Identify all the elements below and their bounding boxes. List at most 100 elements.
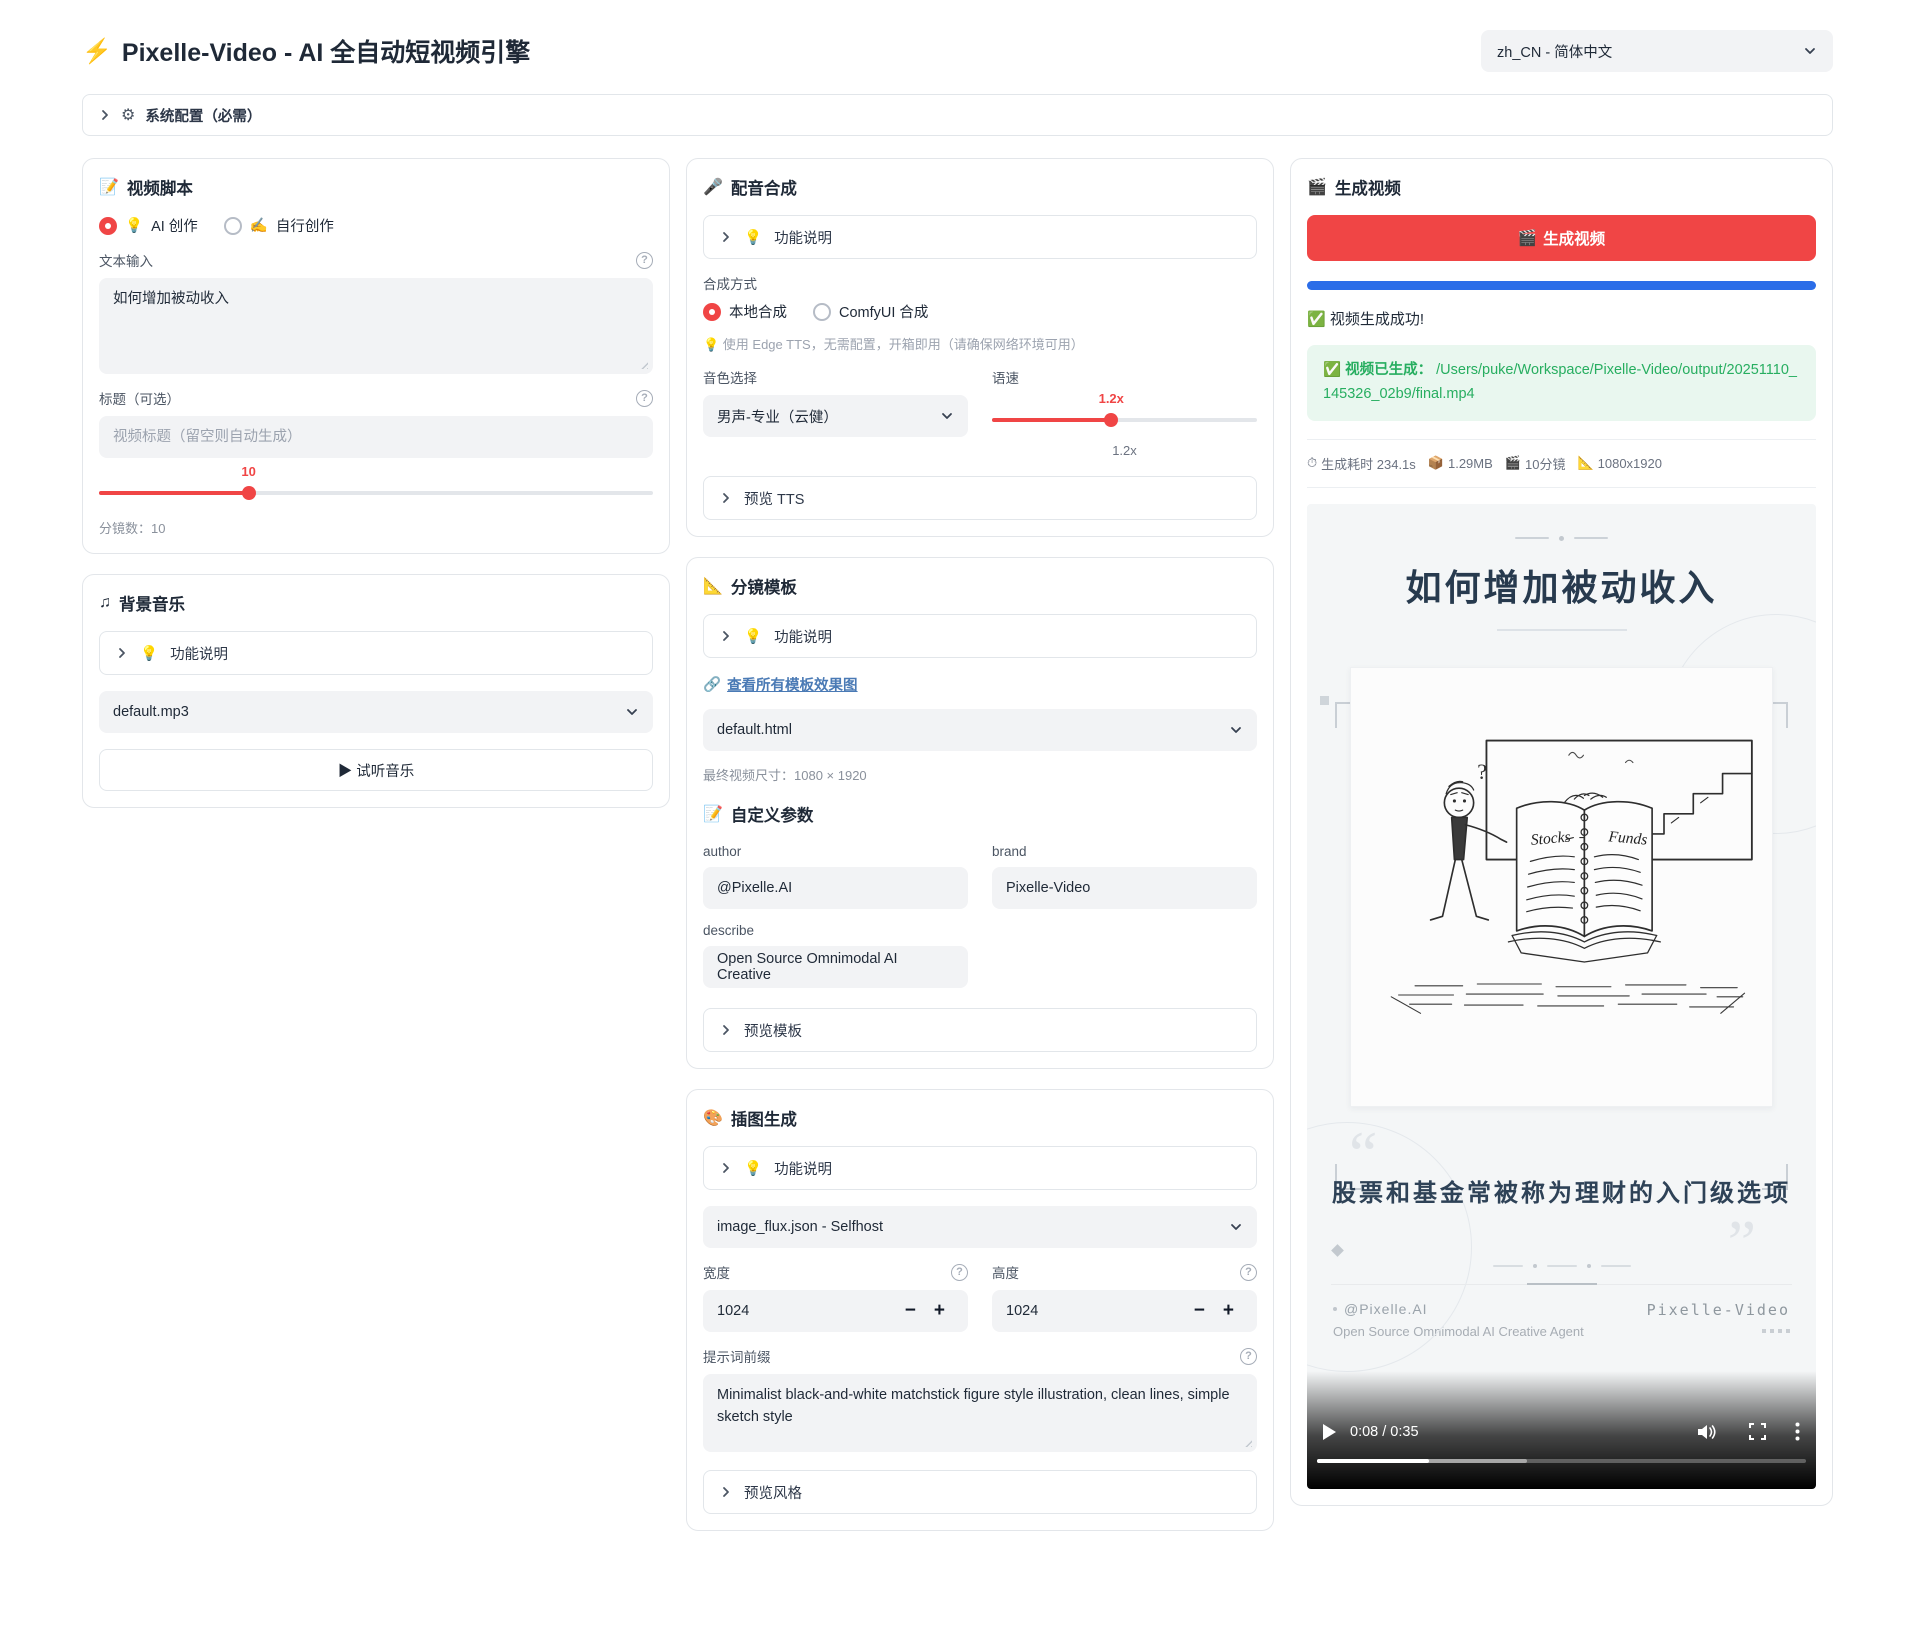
gear-icon: ⚙ — [121, 105, 135, 125]
music-help-accordion[interactable]: 💡 功能说明 — [99, 631, 653, 675]
height-stepper[interactable]: 1024 − + — [992, 1290, 1257, 1332]
workflow-dropdown[interactable]: image_flux.json - Selfhost — [703, 1206, 1257, 1248]
tts-preview-accordion[interactable]: 预览 TTS — [703, 476, 1257, 520]
author-brand-row: author @Pixelle.AI brand Pixelle-Video — [703, 830, 1257, 909]
title-label-row: 标题（可选） ? — [99, 388, 653, 408]
illustration-help-accordion[interactable]: 💡 功能说明 — [703, 1146, 1257, 1190]
slider-handle[interactable] — [242, 486, 256, 500]
radio-selected-icon — [99, 217, 117, 235]
video-progress-bar[interactable] — [1317, 1459, 1806, 1463]
footer-divider — [1331, 1284, 1792, 1285]
resize-handle-icon[interactable] — [639, 360, 648, 369]
radio-self-create[interactable]: ✍️ 自行创作 — [224, 215, 334, 236]
help-icon[interactable]: ? — [1240, 1264, 1257, 1281]
chevron-right-icon — [720, 1024, 732, 1036]
chevron-down-icon — [1229, 1220, 1243, 1234]
prompt-prefix-textarea[interactable]: Minimalist black-and-white matchstick fi… — [703, 1374, 1257, 1452]
page-title-text: Pixelle-Video - AI 全自动短视频引擎 — [122, 33, 530, 69]
svg-text:?: ? — [1477, 759, 1487, 784]
describe-input[interactable]: Open Source Omnimodal AI Creative — [703, 946, 968, 988]
text-input-label-row: 文本输入 ? — [99, 250, 653, 270]
video-script-title: 📝 视频脚本 — [99, 175, 653, 199]
script-mode-radios: 💡 AI 创作 ✍️ 自行创作 — [99, 215, 653, 236]
audition-music-button[interactable]: ▶ 试听音乐 — [99, 749, 653, 791]
line-dot-decoration — [1307, 504, 1816, 541]
width-stepper[interactable]: 1024 − + — [703, 1290, 968, 1332]
speed-column: 语速 1.2x 1.2x — [992, 367, 1257, 458]
title-underline — [1497, 629, 1627, 631]
author-field: author @Pixelle.AI — [703, 830, 968, 909]
help-icon[interactable]: ? — [951, 1264, 968, 1281]
radio-comfyui-synth[interactable]: ComfyUI 合成 — [813, 301, 928, 322]
minus-icon[interactable]: − — [1185, 1300, 1214, 1322]
style-preview-accordion[interactable]: 预览风格 — [703, 1470, 1257, 1514]
illustration-card: ? — [1350, 667, 1773, 1107]
tts-help-accordion[interactable]: 💡 功能说明 — [703, 215, 1257, 259]
radio-local-synth[interactable]: 本地合成 — [703, 301, 787, 322]
system-config-accordion[interactable]: ⚙ 系统配置（必需） — [82, 94, 1833, 136]
radio-ai-create[interactable]: 💡 AI 创作 — [99, 215, 198, 236]
video-preview[interactable]: 如何增加被动收入 — [1307, 504, 1816, 1489]
slider-track[interactable] — [992, 418, 1257, 422]
slider-value-label: 10 — [241, 464, 255, 479]
chevron-down-icon — [1803, 44, 1817, 58]
topic-textarea[interactable]: 如何增加被动收入 — [99, 278, 653, 374]
illustration-panel: 🎨 插图生成 💡 功能说明 image_flux.json - Selfhost — [686, 1089, 1274, 1531]
language-value: zh_CN - 简体中文 — [1497, 41, 1612, 62]
stat-duration: ⏱ 生成耗时 234.1s — [1307, 454, 1416, 473]
play-button[interactable] — [1323, 1424, 1336, 1440]
background-music-panel: ♫ 背景音乐 💡 功能说明 default.mp3 ▶ 试听音乐 — [82, 574, 670, 808]
template-dropdown[interactable]: default.html — [703, 709, 1257, 751]
video-caption: 股票和基金常被称为理财的入门级选项 — [1307, 1173, 1816, 1208]
minus-icon[interactable]: − — [896, 1300, 925, 1322]
clapper-icon: 🎬 — [1518, 229, 1537, 248]
system-config-label: 系统配置（必需） — [145, 105, 261, 126]
slider-track[interactable] — [99, 491, 653, 495]
plus-icon[interactable]: + — [925, 1300, 954, 1322]
matchstick-illustration: ? — [1351, 668, 1772, 1106]
help-icon[interactable]: ? — [1240, 1348, 1257, 1365]
resize-handle-icon[interactable] — [1243, 1438, 1252, 1447]
volume-icon[interactable] — [1696, 1422, 1718, 1442]
triangular-ruler-icon: 📐 — [703, 576, 723, 596]
help-icon[interactable]: ? — [636, 390, 653, 407]
storyboard-slider[interactable]: 10 — [99, 484, 653, 502]
video-controls-bar: 0:08 / 0:35 — [1307, 1371, 1816, 1489]
letterbox-bar — [1307, 1463, 1816, 1489]
result-path-box: ✅ 视频已生成： /Users/puke/Workspace/Pixelle-V… — [1307, 345, 1816, 421]
language-select[interactable]: zh_CN - 简体中文 — [1481, 30, 1833, 72]
radio-manual-label: 自行创作 — [276, 215, 334, 236]
generate-video-button[interactable]: 🎬 生成视频 — [1307, 215, 1816, 261]
speed-slider[interactable]: 1.2x — [992, 411, 1257, 429]
chevron-right-icon — [116, 647, 128, 659]
video-title-input[interactable] — [99, 416, 653, 458]
kebab-menu-icon[interactable] — [1795, 1422, 1800, 1441]
chevron-down-icon — [1229, 723, 1243, 737]
stat-filesize: 📦 1.29MB — [1428, 455, 1493, 471]
success-message: ✅ 视频生成成功! — [1307, 308, 1816, 329]
brand-input[interactable]: Pixelle-Video — [992, 867, 1257, 909]
voice-dropdown[interactable]: 男声-专业（云健） — [703, 395, 968, 437]
writing-hand-icon: ✍️ — [250, 217, 268, 234]
column-middle: 🎤 配音合成 💡 功能说明 合成方式 本地合成 — [686, 158, 1274, 1531]
main-columns: 📝 视频脚本 💡 AI 创作 ✍️ 自行创作 文 — [82, 158, 1833, 1531]
describe-label: describe — [703, 923, 754, 938]
chevron-right-icon — [720, 1162, 732, 1174]
help-icon[interactable]: ? — [636, 252, 653, 269]
storyboard-template-panel: 📐 分镜模板 💡 功能说明 🔗 查看所有模板效果图 default.html — [686, 557, 1274, 1069]
slider-handle[interactable] — [1104, 413, 1118, 427]
video-script-panel: 📝 视频脚本 💡 AI 创作 ✍️ 自行创作 文 — [82, 158, 670, 554]
template-preview-accordion[interactable]: 预览模板 — [703, 1008, 1257, 1052]
height-label: 高度 — [992, 1262, 1019, 1282]
music-dropdown[interactable]: default.mp3 — [99, 691, 653, 733]
radio-comfyui-label: ComfyUI 合成 — [839, 301, 928, 322]
plus-icon[interactable]: + — [1214, 1300, 1243, 1322]
column-left: 📝 视频脚本 💡 AI 创作 ✍️ 自行创作 文 — [82, 158, 670, 808]
template-help-accordion[interactable]: 💡 功能说明 — [703, 614, 1257, 658]
describe-spacer — [992, 909, 1257, 988]
fullscreen-icon[interactable] — [1748, 1422, 1767, 1441]
author-input[interactable]: @Pixelle.AI — [703, 867, 968, 909]
template-gallery-link[interactable]: 查看所有模板效果图 — [727, 674, 858, 695]
link-icon: 🔗 — [703, 676, 721, 693]
dots-decoration — [1647, 1329, 1790, 1333]
